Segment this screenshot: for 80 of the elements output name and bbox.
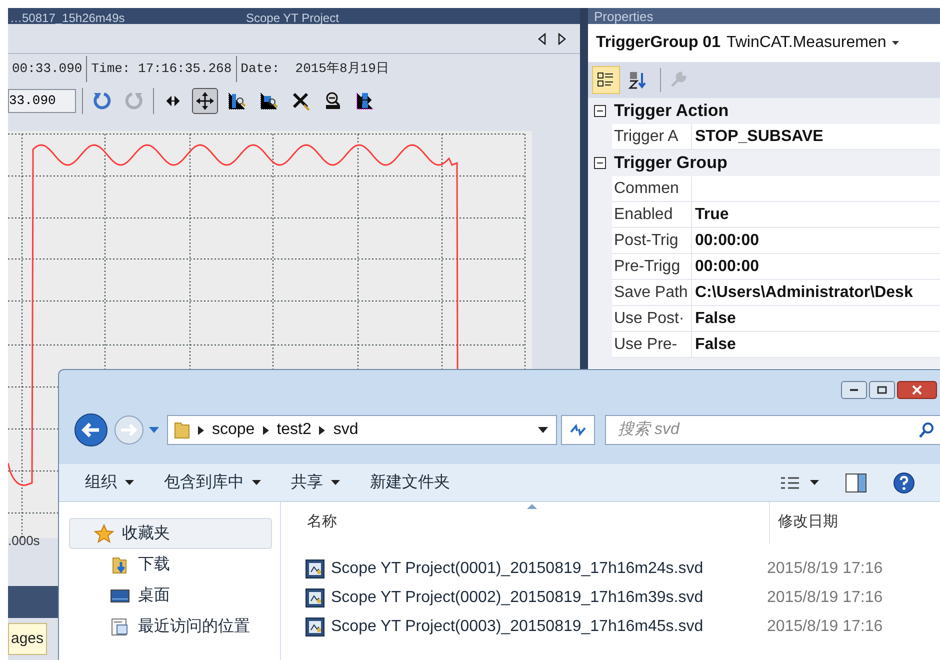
collapse-icon[interactable] bbox=[594, 157, 606, 169]
list-view-icon bbox=[780, 476, 800, 490]
property-name: Post-Trig bbox=[612, 228, 692, 253]
toolbar-button[interactable]: 包含到库中 bbox=[164, 470, 261, 494]
dropdown-icon bbox=[252, 480, 261, 485]
modified-date: 2015/8/19 17:16 bbox=[767, 558, 883, 578]
category-heading: Trigger Action bbox=[614, 100, 729, 122]
folder-icon bbox=[174, 420, 190, 440]
modified-date: 2015/8/19 17:16 bbox=[767, 588, 883, 608]
file-name[interactable]: Scope YT Project(0003)_20150819_17h16m45s.svd bbox=[331, 614, 767, 638]
nav-item[interactable]: 最近访问的位置 bbox=[69, 611, 272, 642]
help-icon[interactable] bbox=[893, 472, 915, 494]
dropdown-icon bbox=[331, 480, 340, 485]
value-field[interactable]: 33.090 bbox=[8, 89, 76, 113]
property-value[interactable]: STOP_SUBSAVE bbox=[692, 124, 940, 149]
minimize-icon bbox=[849, 388, 859, 392]
property-name: Pre-Trigg bbox=[612, 254, 692, 279]
maximize-icon bbox=[877, 386, 887, 394]
property-value[interactable]: True bbox=[692, 202, 940, 227]
nav-item[interactable]: 下载 bbox=[69, 549, 272, 580]
dropdown-icon bbox=[125, 480, 134, 485]
minimize-button[interactable] bbox=[841, 381, 867, 399]
toolbar-button[interactable]: 新建文件夹 bbox=[370, 470, 450, 494]
panel-tab[interactable]: ages bbox=[8, 622, 47, 656]
document-icon bbox=[305, 558, 325, 578]
status-readout: Date: 2015年8月19日 bbox=[240, 60, 390, 78]
property-name: Save Path bbox=[612, 280, 692, 305]
status-readout: 00:33.090 bbox=[8, 56, 88, 82]
recent-places-icon bbox=[110, 616, 130, 636]
nav-item[interactable]: 收藏夹 bbox=[69, 518, 272, 549]
property-name: Trigger A bbox=[612, 124, 692, 149]
dropdown-icon[interactable] bbox=[892, 41, 900, 45]
search-field[interactable]: 搜索 svd bbox=[605, 415, 940, 445]
column-header[interactable]: 名称 bbox=[281, 511, 769, 534]
file-name[interactable]: Scope YT Project(0001)_20150819_17h16m24s.svd bbox=[331, 556, 767, 580]
breadcrumb-arrow-icon[interactable] bbox=[198, 426, 204, 434]
close-icon bbox=[912, 385, 922, 395]
scroll-right-icon[interactable] bbox=[558, 32, 566, 44]
category-heading: Trigger Group bbox=[614, 152, 728, 174]
toolbar-button[interactable]: 组织 bbox=[85, 470, 134, 494]
history-dropdown-icon[interactable] bbox=[149, 427, 159, 433]
property-value[interactable]: False bbox=[692, 332, 940, 357]
modified-date: 2015/8/19 17:16 bbox=[767, 616, 883, 636]
document-icon bbox=[305, 588, 325, 608]
refresh-button[interactable] bbox=[561, 415, 595, 445]
document-icon bbox=[305, 616, 325, 636]
file-name[interactable]: Scope YT Project(0002)_20150819_17h16m39s.svd bbox=[331, 586, 767, 610]
categorized-list-icon[interactable] bbox=[592, 66, 620, 94]
nav-item[interactable]: 桌面 bbox=[69, 580, 272, 611]
collapse-icon[interactable] bbox=[594, 105, 606, 117]
property-name: Use Post· bbox=[612, 306, 692, 331]
breadcrumb-arrow-icon[interactable] bbox=[262, 426, 269, 434]
property-name: Enabled bbox=[612, 202, 692, 227]
property-value[interactable]: C:\Users\Administrator\Desk bbox=[692, 280, 940, 305]
breadcrumb-item[interactable]: scope bbox=[212, 418, 255, 442]
property-value[interactable]: False bbox=[692, 306, 940, 331]
property-name: Commen bbox=[612, 176, 692, 201]
breadcrumb-arrow-icon[interactable] bbox=[319, 426, 326, 434]
toolbar-button[interactable]: 共享 bbox=[291, 470, 340, 494]
property-value[interactable]: 00:00:00 bbox=[692, 254, 940, 279]
property-name: Use Pre- bbox=[612, 332, 692, 357]
view-options-button[interactable] bbox=[780, 476, 819, 490]
dropdown-icon bbox=[810, 480, 819, 485]
property-value[interactable]: 00:00:00 bbox=[692, 228, 940, 253]
preview-pane-icon[interactable] bbox=[845, 472, 867, 492]
axis-label: .000s bbox=[8, 532, 40, 550]
address-dropdown-icon[interactable] bbox=[538, 427, 548, 433]
panel-title: Properties bbox=[594, 9, 654, 24]
sort-ascending-icon bbox=[527, 504, 537, 509]
maximize-button[interactable] bbox=[869, 381, 895, 399]
back-icon[interactable] bbox=[73, 412, 109, 448]
address-bar[interactable]: scope test2 svd bbox=[167, 415, 557, 445]
search-icon[interactable] bbox=[919, 422, 935, 438]
breadcrumb-item[interactable]: test2 bbox=[276, 418, 312, 442]
breadcrumb-item[interactable]: svd bbox=[333, 418, 358, 442]
status-readout: Time: 17:16:35.268 bbox=[87, 56, 237, 82]
column-header[interactable]: 修改日期 bbox=[769, 502, 838, 544]
scroll-left-icon[interactable] bbox=[538, 32, 546, 44]
star-icon bbox=[94, 524, 114, 544]
close-button[interactable] bbox=[897, 381, 937, 399]
